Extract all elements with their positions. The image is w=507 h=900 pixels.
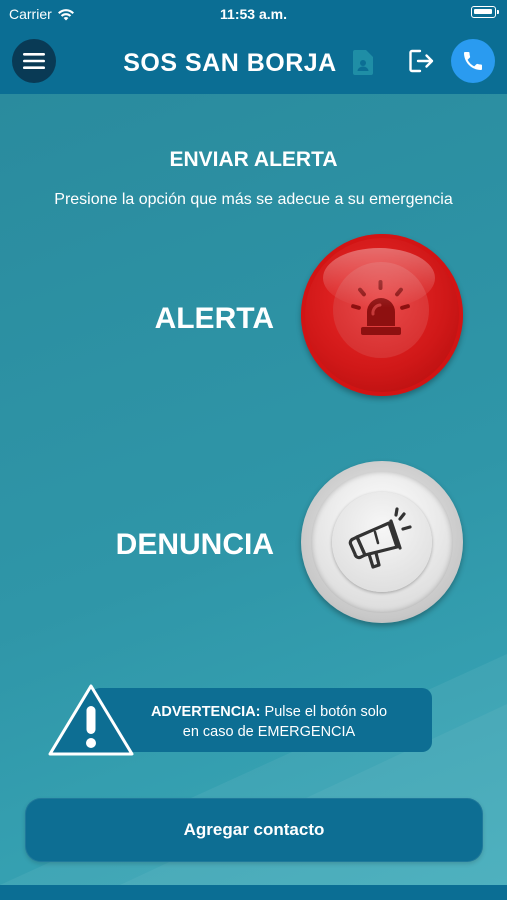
warning-text: ADVERTENCIA: Pulse el botón solo en caso… bbox=[134, 702, 404, 742]
menu-icon bbox=[23, 53, 45, 69]
warning-icon bbox=[48, 684, 134, 756]
warning-title: ADVERTENCIA: bbox=[150, 704, 261, 720]
report-button-inner bbox=[332, 492, 432, 592]
menu-button[interactable] bbox=[12, 39, 56, 83]
bottom-bar bbox=[0, 885, 507, 900]
top-bar: Carrier 11:53 a.m. SOS SAN BORJA bbox=[0, 0, 507, 94]
megaphone-icon bbox=[348, 507, 412, 569]
phone-icon bbox=[464, 52, 482, 70]
status-bar: Carrier 11:53 a.m. bbox=[0, 0, 507, 28]
phone-button[interactable] bbox=[451, 39, 495, 83]
nav-bar: SOS SAN BORJA bbox=[0, 36, 507, 88]
report-label: DENUNCIA bbox=[115, 528, 274, 561]
report-button-ring bbox=[311, 471, 453, 613]
alert-button-gloss bbox=[323, 248, 435, 308]
app-title: SOS SAN BORJA bbox=[123, 49, 337, 77]
status-time: 11:53 a.m. bbox=[220, 6, 287, 22]
instruction-text: Presione la opción que más se adecue a s… bbox=[54, 191, 453, 208]
alert-button[interactable] bbox=[301, 234, 463, 396]
alert-label: ALERTA bbox=[154, 302, 274, 335]
warning-line2: en caso de EMERGENCIA bbox=[182, 724, 356, 740]
logout-icon[interactable] bbox=[409, 49, 435, 73]
battery-icon bbox=[471, 6, 499, 18]
report-button[interactable] bbox=[301, 461, 463, 623]
main-content: ENVIAR ALERTA Presione la opción que más… bbox=[0, 94, 507, 885]
add-contact-button[interactable]: Agregar contacto bbox=[25, 798, 483, 862]
warning-box: ADVERTENCIA: Pulse el botón solo en caso… bbox=[90, 688, 432, 752]
section-title: ENVIAR ALERTA bbox=[169, 148, 338, 171]
warning-line1: Pulse el botón solo bbox=[260, 704, 388, 720]
warning-banner: ADVERTENCIA: Pulse el botón solo en caso… bbox=[46, 682, 432, 756]
contact-card-icon[interactable] bbox=[353, 50, 373, 75]
